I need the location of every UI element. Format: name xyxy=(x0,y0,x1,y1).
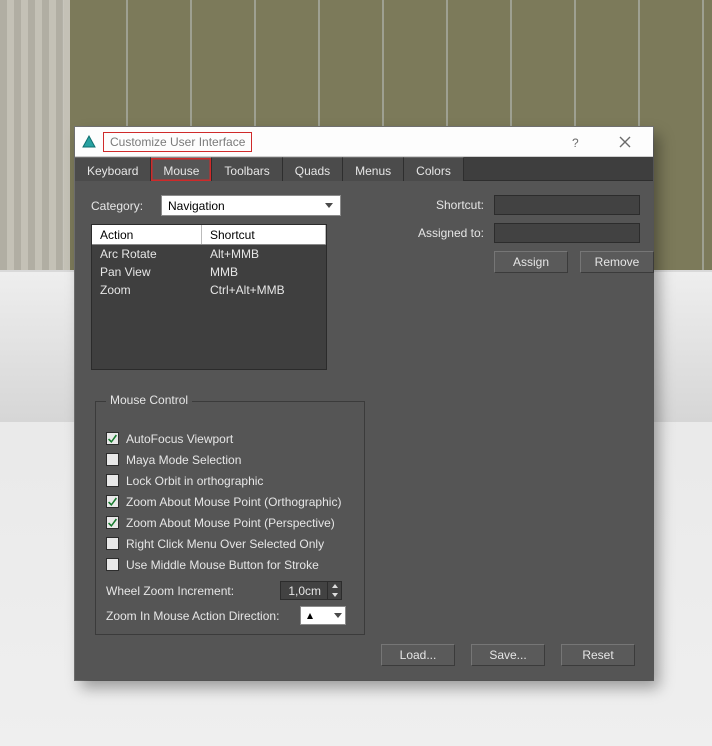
checkbox-icon xyxy=(106,474,119,487)
opt-mmb-stroke[interactable]: Use Middle Mouse Button for Stroke xyxy=(106,554,354,575)
spinner-down-icon[interactable] xyxy=(328,591,341,600)
close-button[interactable] xyxy=(603,128,647,156)
assigned-to-input[interactable] xyxy=(494,223,640,243)
opt-zoom-persp[interactable]: Zoom About Mouse Point (Perspective) xyxy=(106,512,354,533)
tab-menus[interactable]: Menus xyxy=(343,157,404,181)
tab-label: Toolbars xyxy=(224,164,269,178)
opt-autofocus[interactable]: AutoFocus Viewport xyxy=(106,428,354,449)
tab-quads[interactable]: Quads xyxy=(283,157,343,181)
footer-buttons: Load... Save... Reset xyxy=(381,644,635,666)
dialog-body: Category: Navigation Action Shortcut Arc… xyxy=(75,181,653,680)
category-value: Navigation xyxy=(168,199,225,213)
tab-keyboard[interactable]: Keyboard xyxy=(75,157,151,181)
tab-label: Colors xyxy=(416,164,451,178)
opt-zoom-ortho[interactable]: Zoom About Mouse Point (Orthographic) xyxy=(106,491,354,512)
reset-button[interactable]: Reset xyxy=(561,644,635,666)
assigned-to-label: Assigned to: xyxy=(408,226,494,240)
arrow-up-icon xyxy=(307,613,313,619)
app-icon xyxy=(81,134,97,150)
spinner-value: 1,0cm xyxy=(281,582,327,599)
chevron-down-icon xyxy=(334,613,342,618)
category-select[interactable]: Navigation xyxy=(161,195,341,216)
table-body: Arc Rotate Alt+MMB Pan View MMB Zoom Ctr… xyxy=(92,245,326,369)
category-label: Category: xyxy=(91,199,153,213)
btn-label: Load... xyxy=(400,648,437,662)
zoom-direction-label: Zoom In Mouse Action Direction: xyxy=(106,609,290,623)
titlebar: Customize User Interface ? xyxy=(75,127,653,157)
btn-label: Reset xyxy=(582,648,613,662)
table-row[interactable]: Arc Rotate Alt+MMB xyxy=(92,245,326,263)
cell-action: Pan View xyxy=(92,265,202,279)
load-button[interactable]: Load... xyxy=(381,644,455,666)
wheel-zoom-label: Wheel Zoom Increment: xyxy=(106,584,270,598)
checkbox-label: Use Middle Mouse Button for Stroke xyxy=(126,558,319,572)
shortcut-panel: Shortcut: Assigned to: Assign Remove xyxy=(408,195,640,273)
tab-label: Mouse xyxy=(163,164,199,178)
cell-shortcut: Ctrl+Alt+MMB xyxy=(202,283,326,297)
tab-mouse[interactable]: Mouse xyxy=(151,157,212,181)
spinner-buttons[interactable] xyxy=(327,582,341,599)
mouse-control-group: Mouse Control AutoFocus Viewport Maya Mo… xyxy=(95,401,365,635)
checkbox-icon xyxy=(106,453,119,466)
opt-maya-mode[interactable]: Maya Mode Selection xyxy=(106,449,354,470)
shortcut-input[interactable] xyxy=(494,195,640,215)
table-row[interactable]: Zoom Ctrl+Alt+MMB xyxy=(92,281,326,299)
opt-right-click-menu[interactable]: Right Click Menu Over Selected Only xyxy=(106,533,354,554)
checkbox-label: Zoom About Mouse Point (Orthographic) xyxy=(126,495,341,509)
table-header: Action Shortcut xyxy=(92,225,326,245)
customize-ui-dialog: Customize User Interface ? Keyboard Mous… xyxy=(75,127,653,680)
wheel-zoom-spinner[interactable]: 1,0cm xyxy=(280,581,342,600)
chevron-down-icon xyxy=(322,198,336,214)
tab-toolbars[interactable]: Toolbars xyxy=(212,157,282,181)
checkbox-icon xyxy=(106,495,119,508)
window-title: Customize User Interface xyxy=(110,135,245,149)
title-highlight-box: Customize User Interface xyxy=(103,132,252,152)
col-action[interactable]: Action xyxy=(92,225,202,244)
btn-label: Assign xyxy=(513,255,549,269)
opt-lock-orbit[interactable]: Lock Orbit in orthographic xyxy=(106,470,354,491)
shortcut-table[interactable]: Action Shortcut Arc Rotate Alt+MMB Pan V… xyxy=(91,224,327,370)
svg-text:?: ? xyxy=(572,136,579,149)
tab-label: Menus xyxy=(355,164,391,178)
spinner-up-icon[interactable] xyxy=(328,582,341,591)
checkbox-label: Right Click Menu Over Selected Only xyxy=(126,537,324,551)
shortcut-label: Shortcut: xyxy=(408,198,494,212)
btn-label: Remove xyxy=(595,255,640,269)
checkbox-label: AutoFocus Viewport xyxy=(126,432,233,446)
cell-shortcut: MMB xyxy=(202,265,326,279)
save-button[interactable]: Save... xyxy=(471,644,545,666)
btn-label: Save... xyxy=(489,648,526,662)
checkbox-icon xyxy=(106,558,119,571)
col-shortcut[interactable]: Shortcut xyxy=(202,225,326,244)
checkbox-label: Zoom About Mouse Point (Perspective) xyxy=(126,516,335,530)
checkbox-icon xyxy=(106,537,119,550)
cell-action: Arc Rotate xyxy=(92,247,202,261)
tab-colors[interactable]: Colors xyxy=(404,157,464,181)
remove-button[interactable]: Remove xyxy=(580,251,654,273)
checkbox-label: Maya Mode Selection xyxy=(126,453,241,467)
assign-button[interactable]: Assign xyxy=(494,251,568,273)
checkbox-label: Lock Orbit in orthographic xyxy=(126,474,263,488)
zoom-direction-select[interactable] xyxy=(300,606,346,625)
mouse-control-legend: Mouse Control xyxy=(106,393,192,407)
tab-label: Keyboard xyxy=(87,164,138,178)
cell-shortcut: Alt+MMB xyxy=(202,247,326,261)
help-button[interactable]: ? xyxy=(553,128,597,156)
tab-bar: Keyboard Mouse Toolbars Quads Menus Colo… xyxy=(75,157,653,181)
checkbox-icon xyxy=(106,516,119,529)
table-row[interactable]: Pan View MMB xyxy=(92,263,326,281)
tab-label: Quads xyxy=(295,164,330,178)
cell-action: Zoom xyxy=(92,283,202,297)
checkbox-icon xyxy=(106,432,119,445)
